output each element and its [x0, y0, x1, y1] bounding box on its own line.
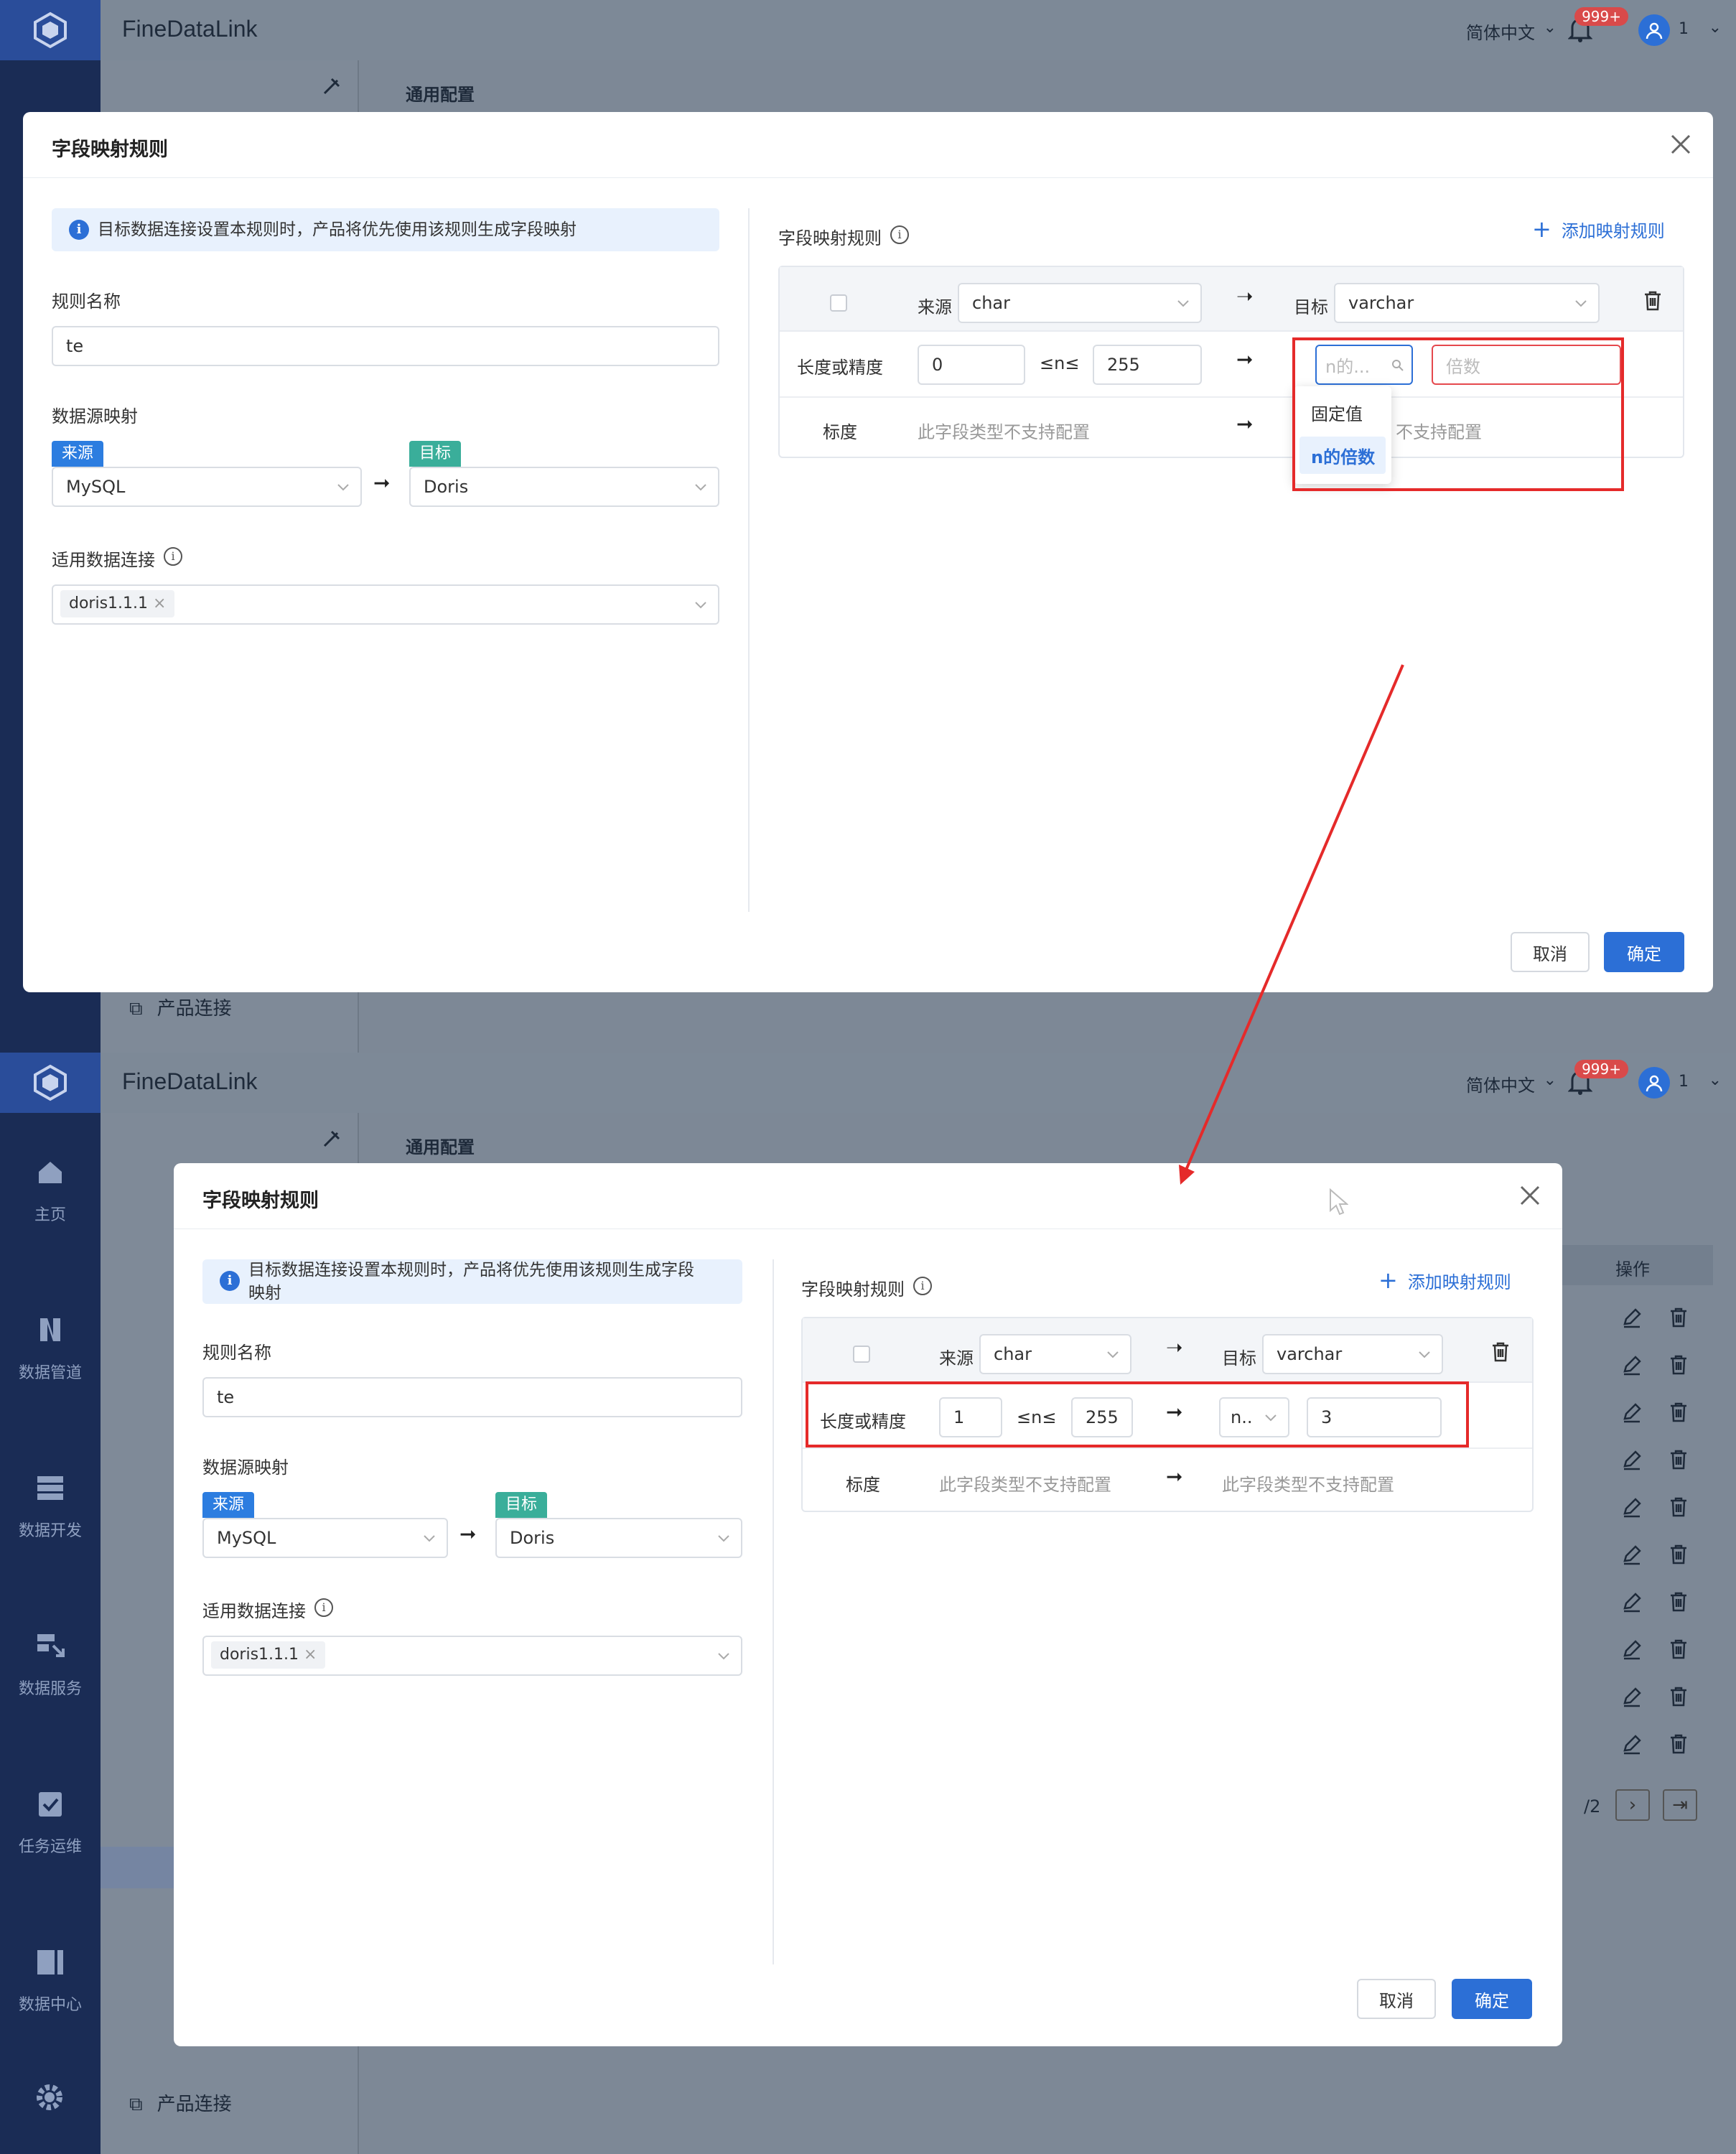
annotation-arrow — [1179, 664, 1404, 1185]
